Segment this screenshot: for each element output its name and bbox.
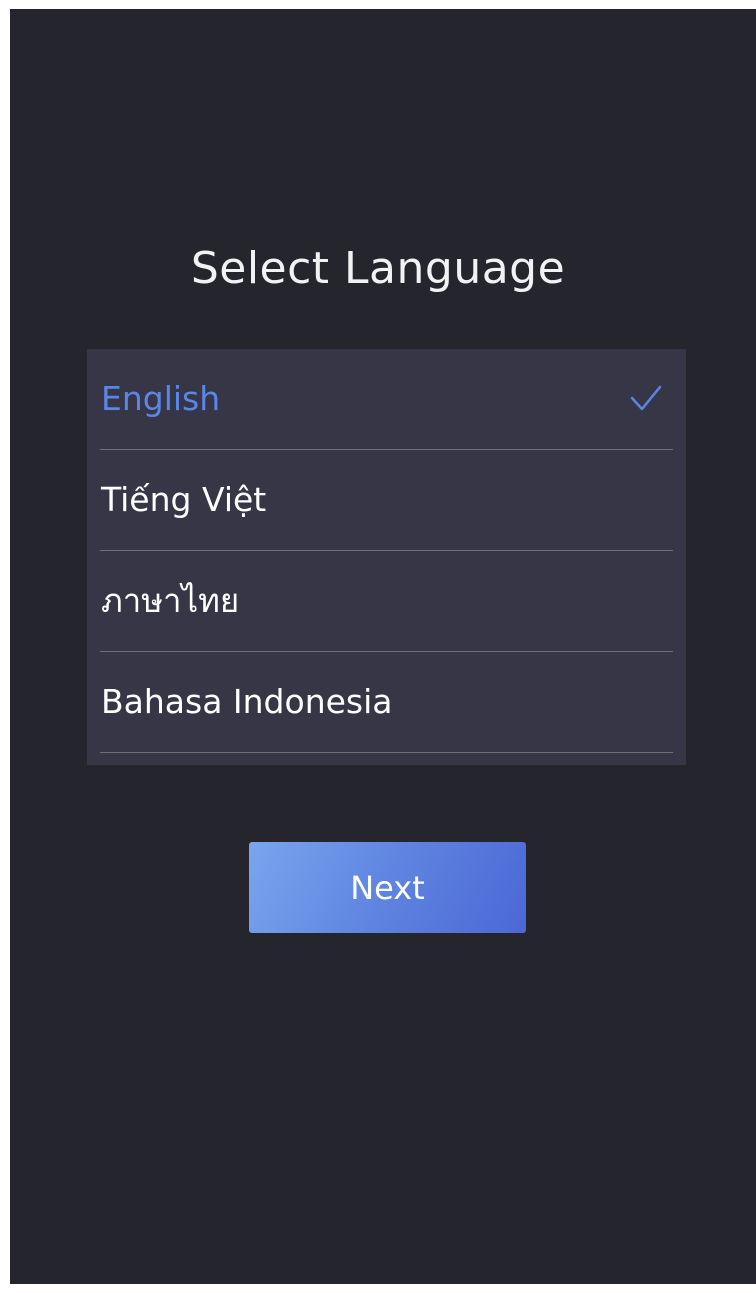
page-title: Select Language bbox=[190, 243, 566, 294]
language-option-label: Bahasa Indonesia bbox=[101, 682, 393, 721]
language-option-vietnamese[interactable]: Tiếng Việt bbox=[100, 450, 673, 551]
language-option-label: ภาษาไทย bbox=[101, 581, 240, 620]
next-button[interactable]: Next bbox=[249, 842, 526, 933]
language-option-english[interactable]: English bbox=[100, 349, 673, 450]
language-option-thai[interactable]: ภาษาไทย bbox=[100, 551, 673, 652]
language-option-label: Tiếng Việt bbox=[101, 480, 267, 519]
checkmark-icon bbox=[630, 385, 662, 411]
language-option-indonesian[interactable]: Bahasa Indonesia bbox=[100, 652, 673, 753]
language-option-label: English bbox=[101, 379, 221, 418]
language-setup-screen: Select Language English Tiếng Việt ภาษาไ… bbox=[10, 9, 756, 1284]
language-list: English Tiếng Việt ภาษาไทย Bahasa Indone… bbox=[87, 349, 686, 765]
